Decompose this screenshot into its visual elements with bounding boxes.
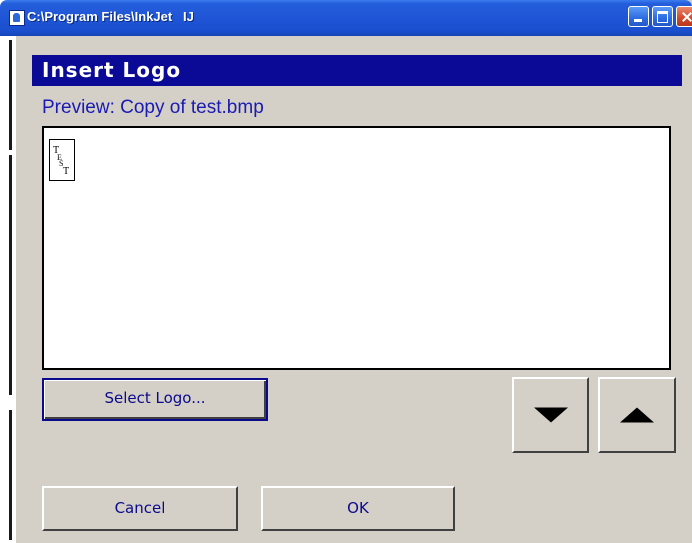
app-icon: [9, 10, 25, 26]
scroll-down-button[interactable]: [512, 377, 589, 453]
close-button[interactable]: [676, 6, 692, 27]
select-logo-button[interactable]: Select Logo...: [42, 378, 268, 421]
frame-divider: [9, 410, 12, 540]
maximize-button[interactable]: [652, 6, 673, 27]
frame-divider: [9, 155, 12, 395]
scroll-up-button[interactable]: [598, 377, 676, 453]
ok-button[interactable]: OK: [261, 486, 455, 531]
logo-preview-area: T E S T: [42, 126, 671, 370]
preview-label: Preview: Copy of test.bmp: [42, 97, 264, 118]
dialog-heading-text: Insert Logo: [42, 58, 182, 82]
minimize-button[interactable]: [628, 6, 649, 27]
logo-thumbnail[interactable]: T E S T: [49, 139, 75, 181]
window-left-frame: [0, 0, 16, 543]
arrow-up-icon: [620, 407, 654, 423]
logo-letter: T: [63, 166, 70, 177]
arrow-down-icon: [533, 407, 568, 423]
title-bar[interactable]: C:\Program Files\InkJet IJ: [0, 0, 692, 36]
frame-divider: [9, 40, 12, 150]
dialog-heading: Insert Logo: [32, 55, 682, 86]
cancel-button[interactable]: Cancel: [42, 486, 238, 531]
window-title: C:\Program Files\InkJet IJ: [27, 9, 194, 24]
